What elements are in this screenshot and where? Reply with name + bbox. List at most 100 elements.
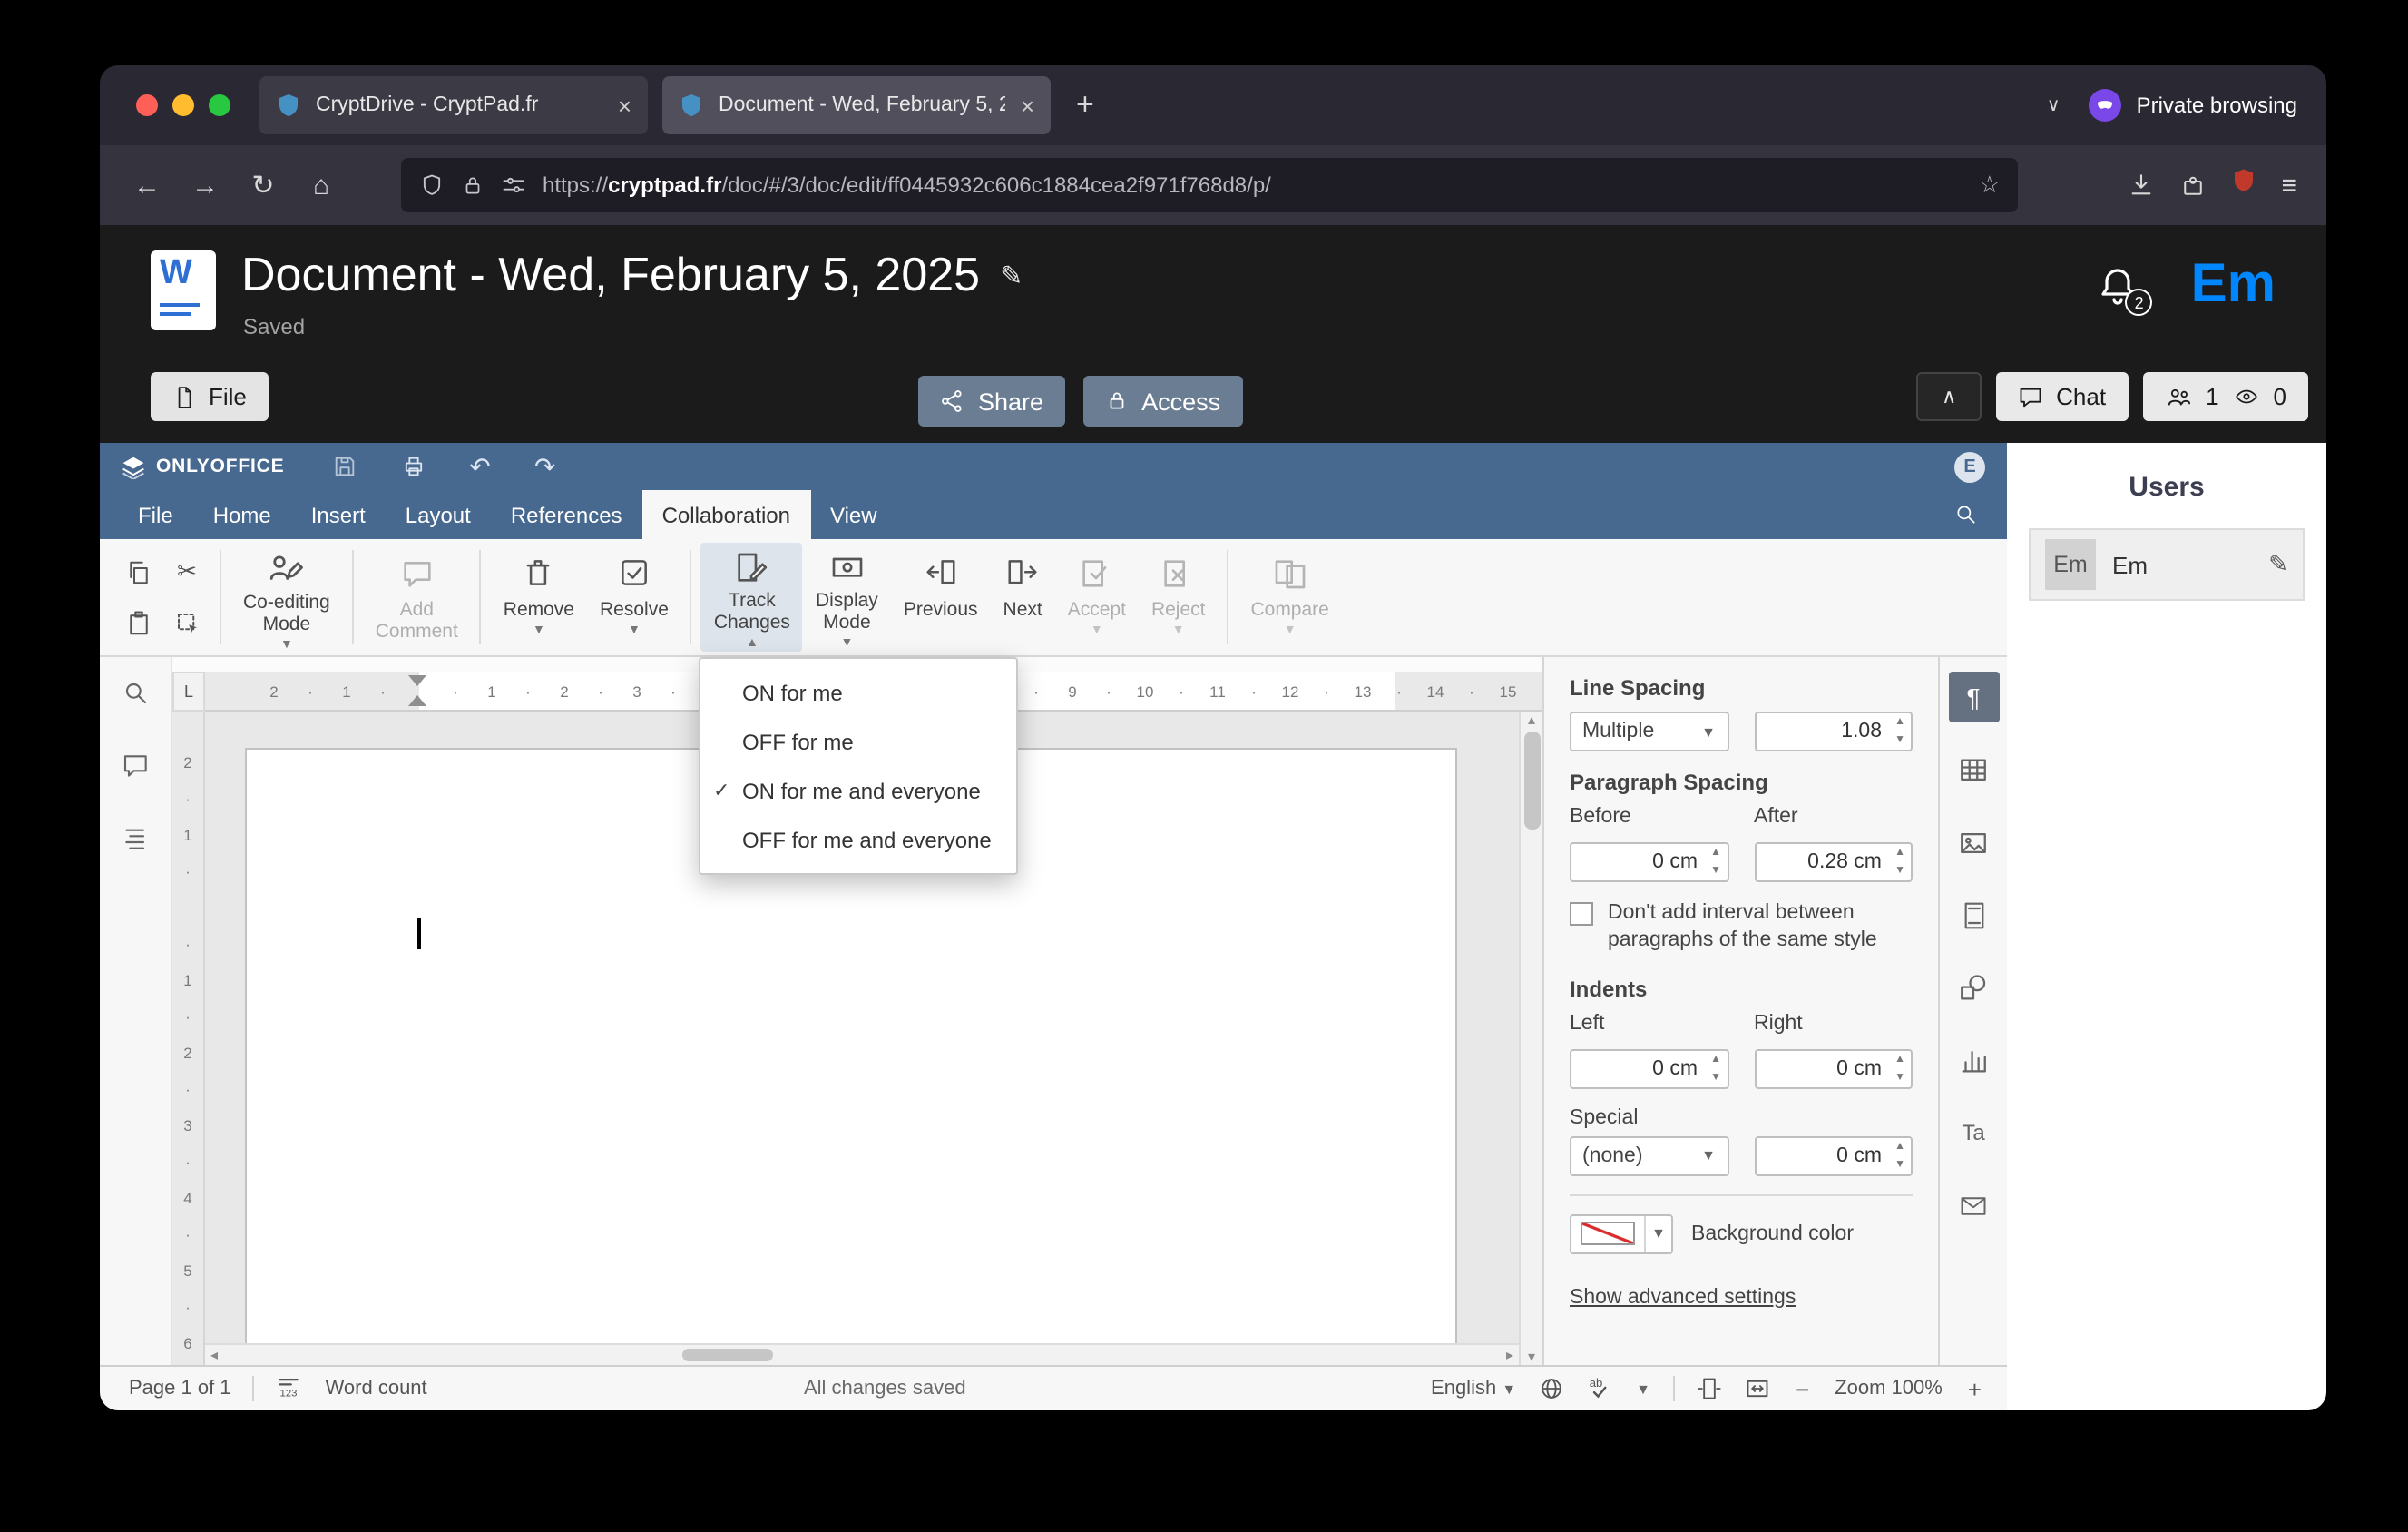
navigation-headings-icon[interactable]	[121, 824, 150, 853]
no-interval-checkbox[interactable]	[1570, 902, 1593, 926]
chat-button[interactable]: Chat	[1996, 372, 2129, 421]
stepper-down-icon[interactable]: ▼	[1894, 1073, 1905, 1084]
share-button[interactable]: Share	[918, 376, 1066, 427]
close-window-button[interactable]	[136, 94, 158, 116]
indent-right-stepper[interactable]: ▲▼	[1754, 1048, 1913, 1089]
language-selector[interactable]: English ▼	[1431, 1378, 1516, 1399]
remove-comments-button[interactable]: Remove ▼	[491, 543, 587, 652]
browser-tab-cryptdrive[interactable]: CryptDrive - CryptPad.fr ×	[259, 76, 648, 134]
horizontal-scroll-thumb[interactable]	[682, 1349, 773, 1361]
tab-stop-selector[interactable]: L	[172, 672, 205, 712]
address-bar[interactable]: https://cryptpad.fr/doc/#/3/doc/edit/ff0…	[401, 158, 2019, 212]
extensions-puzzle-icon[interactable]	[2179, 172, 2207, 199]
track-changes-menu-item[interactable]: OFF for me	[700, 717, 1016, 766]
page-indicator[interactable]: Page 1 of 1	[129, 1378, 231, 1399]
line-spacing-stepper[interactable]: ▲▼	[1754, 712, 1913, 751]
comments-panel-icon[interactable]	[121, 751, 150, 781]
chevron-down-icon[interactable]: ▼	[1636, 1380, 1650, 1397]
account-avatar[interactable]: Em	[2191, 257, 2276, 312]
special-indent-stepper[interactable]: ▲▼	[1754, 1135, 1913, 1176]
track-changes-menu-item[interactable]: OFF for me and everyone	[700, 815, 1016, 864]
tracking-protection-shield-icon[interactable]	[419, 172, 445, 198]
paragraph-settings-icon[interactable]: ¶	[1948, 672, 1999, 722]
tab-insert[interactable]: Insert	[291, 490, 386, 539]
stepper-up-icon[interactable]: ▲	[1894, 1142, 1905, 1153]
vertical-ruler[interactable]: 2 · 1 · · 1 · 2 · 3 · 4 · 5 · 6	[172, 712, 205, 1365]
scroll-down-arrow-icon[interactable]: ▾	[1528, 1349, 1535, 1365]
stepper-up-icon[interactable]: ▲	[1894, 1055, 1905, 1066]
menu-hamburger-icon[interactable]: ≡	[2281, 170, 2297, 201]
stepper-up-icon[interactable]: ▲	[1894, 717, 1905, 728]
undo-icon[interactable]: ↶	[469, 451, 490, 482]
downloads-button[interactable]	[2127, 171, 2156, 200]
select-all-icon[interactable]	[163, 598, 210, 647]
copy-icon[interactable]	[114, 547, 162, 596]
chevron-down-icon[interactable]: ▼	[1644, 1215, 1671, 1252]
indent-right-input[interactable]	[1756, 1050, 1911, 1087]
edit-user-pencil-icon[interactable]: ✎	[2268, 550, 2288, 579]
new-tab-button[interactable]: +	[1076, 87, 1094, 123]
cut-icon[interactable]: ✂	[163, 547, 210, 596]
track-changes-menu-item[interactable]: ✓ ON for me and everyone	[700, 766, 1016, 815]
scroll-right-arrow-icon[interactable]: ▸	[1501, 1345, 1519, 1365]
spacing-after-stepper[interactable]: ▲▼	[1754, 842, 1913, 882]
edit-title-pencil-icon[interactable]: ✎	[1000, 259, 1023, 291]
header-footer-settings-icon[interactable]	[1948, 889, 1999, 940]
line-spacing-value-input[interactable]	[1756, 713, 1911, 750]
stepper-down-icon[interactable]: ▼	[1894, 735, 1905, 746]
stepper-up-icon[interactable]: ▲	[1710, 1055, 1721, 1066]
close-tab-icon[interactable]: ×	[618, 92, 631, 119]
vertical-scrollbar[interactable]: ▴ ▾	[1519, 712, 1542, 1365]
mail-merge-icon[interactable]	[1948, 1180, 1999, 1231]
paste-icon[interactable]	[114, 598, 162, 647]
track-changes-menu-item[interactable]: ON for me	[700, 668, 1016, 717]
chart-settings-icon[interactable]	[1948, 1035, 1999, 1085]
save-icon[interactable]	[331, 454, 357, 479]
bookmark-star-icon[interactable]: ☆	[1979, 171, 2000, 200]
special-indent-select[interactable]: (none) ▼	[1570, 1135, 1728, 1176]
tab-file[interactable]: File	[118, 490, 193, 539]
ublock-origin-icon[interactable]	[2230, 167, 2257, 203]
file-menu-button[interactable]: File	[151, 372, 269, 421]
previous-change-button[interactable]: Previous	[891, 543, 991, 652]
word-count-icon[interactable]: 123	[277, 1373, 304, 1404]
scroll-up-arrow-icon[interactable]: ▴	[1528, 712, 1535, 728]
user-list-item[interactable]: Em Em ✎	[2029, 528, 2305, 601]
forward-button[interactable]: →	[180, 160, 230, 211]
special-indent-input[interactable]	[1756, 1137, 1911, 1174]
tab-view[interactable]: View	[810, 490, 897, 539]
spacing-before-stepper[interactable]: ▲▼	[1570, 842, 1728, 882]
document-language-globe-icon[interactable]	[1538, 1376, 1563, 1401]
next-change-button[interactable]: Next	[991, 543, 1055, 652]
redo-icon[interactable]: ↷	[534, 451, 555, 482]
resolve-comments-button[interactable]: Resolve ▼	[587, 543, 681, 652]
tab-home[interactable]: Home	[193, 490, 291, 539]
tab-references[interactable]: References	[491, 490, 642, 539]
tab-layout[interactable]: Layout	[386, 490, 491, 539]
fit-width-icon[interactable]	[1743, 1376, 1770, 1401]
fit-page-icon[interactable]	[1696, 1376, 1721, 1401]
track-changes-button[interactable]: Track Changes ▲	[700, 543, 803, 652]
back-button[interactable]: ←	[122, 160, 172, 211]
stepper-down-icon[interactable]: ▼	[1710, 1073, 1721, 1084]
stepper-down-icon[interactable]: ▼	[1894, 1160, 1905, 1171]
access-button[interactable]: Access	[1083, 376, 1243, 427]
close-tab-icon[interactable]: ×	[1021, 92, 1034, 119]
scroll-left-arrow-icon[interactable]: ◂	[205, 1345, 223, 1365]
stepper-down-icon[interactable]: ▼	[1894, 866, 1905, 877]
zoom-out-button[interactable]: −	[1792, 1375, 1813, 1402]
first-line-indent-marker[interactable]	[408, 675, 426, 686]
spacing-after-input[interactable]	[1756, 844, 1911, 880]
search-icon[interactable]	[1954, 490, 2007, 539]
permissions-icon[interactable]	[501, 172, 526, 198]
text-art-settings-icon[interactable]: Ta	[1948, 1107, 1999, 1158]
horizontal-scrollbar[interactable]: ◂ ▸	[205, 1343, 1519, 1365]
vertical-scroll-thumb[interactable]	[1523, 732, 1540, 830]
print-icon[interactable]	[400, 454, 426, 479]
word-count-label[interactable]: Word count	[326, 1378, 427, 1399]
stepper-up-icon[interactable]: ▲	[1894, 848, 1905, 859]
browser-tab-document[interactable]: Document - Wed, February 5, 2 ×	[662, 76, 1051, 134]
spellcheck-toggle-icon[interactable]: ab	[1585, 1373, 1614, 1404]
maximize-window-button[interactable]	[209, 94, 230, 116]
display-mode-button[interactable]: Display Mode ▼	[803, 543, 891, 652]
